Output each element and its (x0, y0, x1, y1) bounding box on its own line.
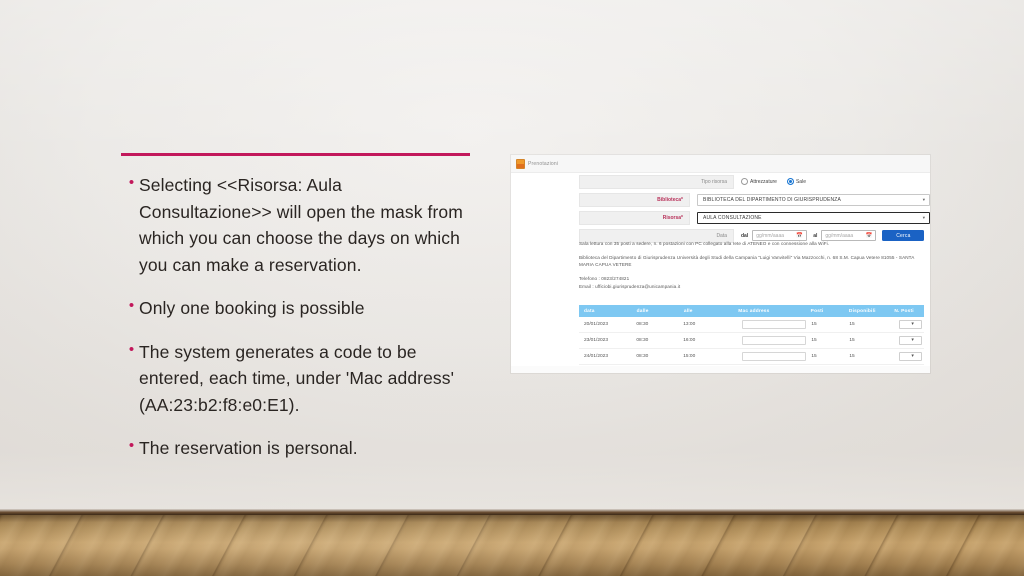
cell-disponibili: 15 (849, 354, 855, 359)
cell-posti: 15 (811, 338, 817, 343)
resource-description: Sala lettura con 35 posti a sedere, n. 6… (579, 240, 924, 290)
tipo-risorsa-options: Attrezzature Sale (734, 178, 930, 185)
radio-icon (741, 178, 748, 185)
presentation-slide: • Selecting <<Risorsa: Aula Consultazion… (0, 0, 1024, 576)
tipo-risorsa-label: Tipo risorsa (579, 174, 734, 189)
cell-mac-address (732, 352, 807, 361)
mac-address-input[interactable] (742, 336, 807, 345)
biblioteca-select[interactable]: BIBLIOTECA DEL DIPARTIMENTO DI GIURISPRU… (697, 193, 930, 206)
chevron-down-icon: ▼ (921, 196, 926, 202)
n-posti-select[interactable]: ▾ (898, 336, 922, 345)
form-row-tipo-risorsa: Tipo risorsa Attrezzature Sale (511, 174, 930, 189)
bullet-marker-icon: • (128, 174, 135, 191)
risorsa-select[interactable]: AULA CONSULTAZIONE ▼ (697, 211, 930, 224)
contact-phone: Telefono : 0823/274821 (579, 276, 630, 281)
book-icon (516, 158, 525, 169)
n-posti-select[interactable]: ▾ (898, 320, 922, 329)
cell-dalle: 08:30 (636, 354, 649, 359)
embedded-app-screenshot: Prenotazioni Tipo risorsa Attrezzature S… (511, 155, 930, 373)
radio-attrezzature[interactable]: Attrezzature (741, 178, 777, 185)
date-from-label: dal (741, 232, 749, 239)
bullet-text: The reservation is personal. (139, 438, 358, 458)
form-row-risorsa: Risorsa* AULA CONSULTAZIONE ▼ (511, 210, 930, 225)
wood-floor (0, 515, 1024, 576)
col-header-posti: Posti (810, 308, 824, 314)
risorsa-value: AULA CONSULTAZIONE (703, 214, 762, 221)
cell-posti: 15 (811, 354, 817, 359)
app-footer-strip (511, 366, 930, 373)
floor-shading (0, 515, 1024, 576)
availability-table: data dalle alle Mac address Posti Dispon… (579, 305, 924, 373)
mac-address-input[interactable] (742, 352, 807, 361)
table-row: 23/01/2023 08:30 16:00 15 15 ▾ (579, 333, 924, 349)
bullet-marker-icon: • (128, 437, 135, 454)
radio-attrezzature-label: Attrezzature (750, 178, 777, 185)
col-header-mac-address: Mac address (738, 308, 770, 314)
form-row-biblioteca: Biblioteca* BIBLIOTECA DEL DIPARTIMENTO … (511, 192, 930, 207)
app-title: Prenotazioni (528, 160, 559, 167)
bullet-text: Selecting <<Risorsa: Aula Consultazione>… (139, 175, 463, 275)
cell-n-posti: ▾ (890, 320, 924, 329)
mac-address-input[interactable] (742, 320, 807, 329)
calendar-icon[interactable]: 📅 (796, 233, 803, 239)
description-line: Sala lettura con 35 posti a sedere, n. 6… (579, 241, 830, 246)
risorsa-control: AULA CONSULTAZIONE ▼ (690, 211, 930, 224)
contact-email: Email : ufficiobi.giurisprudenza@unicamp… (579, 283, 681, 289)
chevron-down-icon: ▼ (921, 214, 926, 220)
cell-n-posti: ▾ (890, 352, 924, 361)
list-item: • The system generates a code to be ente… (124, 339, 474, 419)
col-header-dalle: dalle (636, 308, 649, 314)
cell-dalle: 08:30 (636, 322, 649, 327)
date-to-placeholder: gg/mm/aaaa (825, 232, 854, 239)
list-item: • Only one booking is possible (124, 295, 474, 322)
bullet-text: Only one booking is possible (139, 298, 365, 318)
description-line: Biblioteca del Dipartimento di Giurispru… (579, 255, 915, 267)
biblioteca-value: BIBLIOTECA DEL DIPARTIMENTO DI GIURISPRU… (703, 196, 841, 203)
radio-sale-label: Sale (795, 178, 806, 185)
cell-mac-address (732, 336, 807, 345)
cell-dalle: 08:30 (636, 338, 649, 343)
col-header-n-posti: N. Posti (894, 308, 914, 314)
cell-data: 24/01/2023 (584, 354, 609, 359)
biblioteca-label: Biblioteca* (579, 192, 690, 207)
cell-alle: 15:00 (683, 354, 696, 359)
bullet-text: The system generates a code to be entere… (139, 341, 455, 415)
cell-data: 23/01/2023 (584, 338, 609, 343)
app-header-strip (511, 155, 930, 173)
list-item: • The reservation is personal. (124, 435, 474, 462)
accent-divider-line (121, 153, 470, 156)
n-posti-select[interactable]: ▾ (898, 352, 922, 361)
cell-alle: 16:00 (683, 338, 696, 343)
cell-disponibili: 15 (849, 338, 855, 343)
app-brand: Prenotazioni (516, 158, 559, 169)
date-to-label: al (813, 232, 818, 239)
cell-posti: 15 (811, 322, 817, 327)
radio-sale[interactable]: Sale (786, 178, 806, 185)
table-row: 24/01/2023 08:30 15:00 15 15 ▾ (579, 349, 924, 365)
calendar-icon[interactable]: 📅 (866, 233, 873, 239)
cell-alle: 13:00 (683, 322, 696, 327)
reservation-form: Tipo risorsa Attrezzature Sale Bibliotec… (511, 174, 930, 246)
bullet-marker-icon: • (128, 340, 135, 358)
radio-icon-selected (786, 178, 794, 185)
date-from-placeholder: gg/mm/aaaa (756, 232, 785, 239)
col-header-disponibili: Disponibili (848, 308, 876, 314)
cell-disponibili: 15 (849, 322, 855, 327)
risorsa-label: Risorsa* (579, 210, 690, 225)
list-item: • Selecting <<Risorsa: Aula Consultazion… (124, 172, 474, 278)
table-header-row: data dalle alle Mac address Posti Dispon… (579, 305, 924, 317)
cell-data: 20/01/2023 (584, 322, 609, 327)
bullet-list: • Selecting <<Risorsa: Aula Consultazion… (124, 172, 474, 479)
bullet-marker-icon: • (128, 297, 135, 314)
cell-n-posti: ▾ (890, 336, 924, 345)
col-header-data: data (584, 308, 595, 314)
col-header-alle: alle (683, 308, 693, 314)
biblioteca-control: BIBLIOTECA DEL DIPARTIMENTO DI GIURISPRU… (690, 193, 930, 206)
table-row: 20/01/2023 08:30 13:00 15 15 ▾ (579, 317, 924, 333)
cell-mac-address (732, 320, 807, 329)
